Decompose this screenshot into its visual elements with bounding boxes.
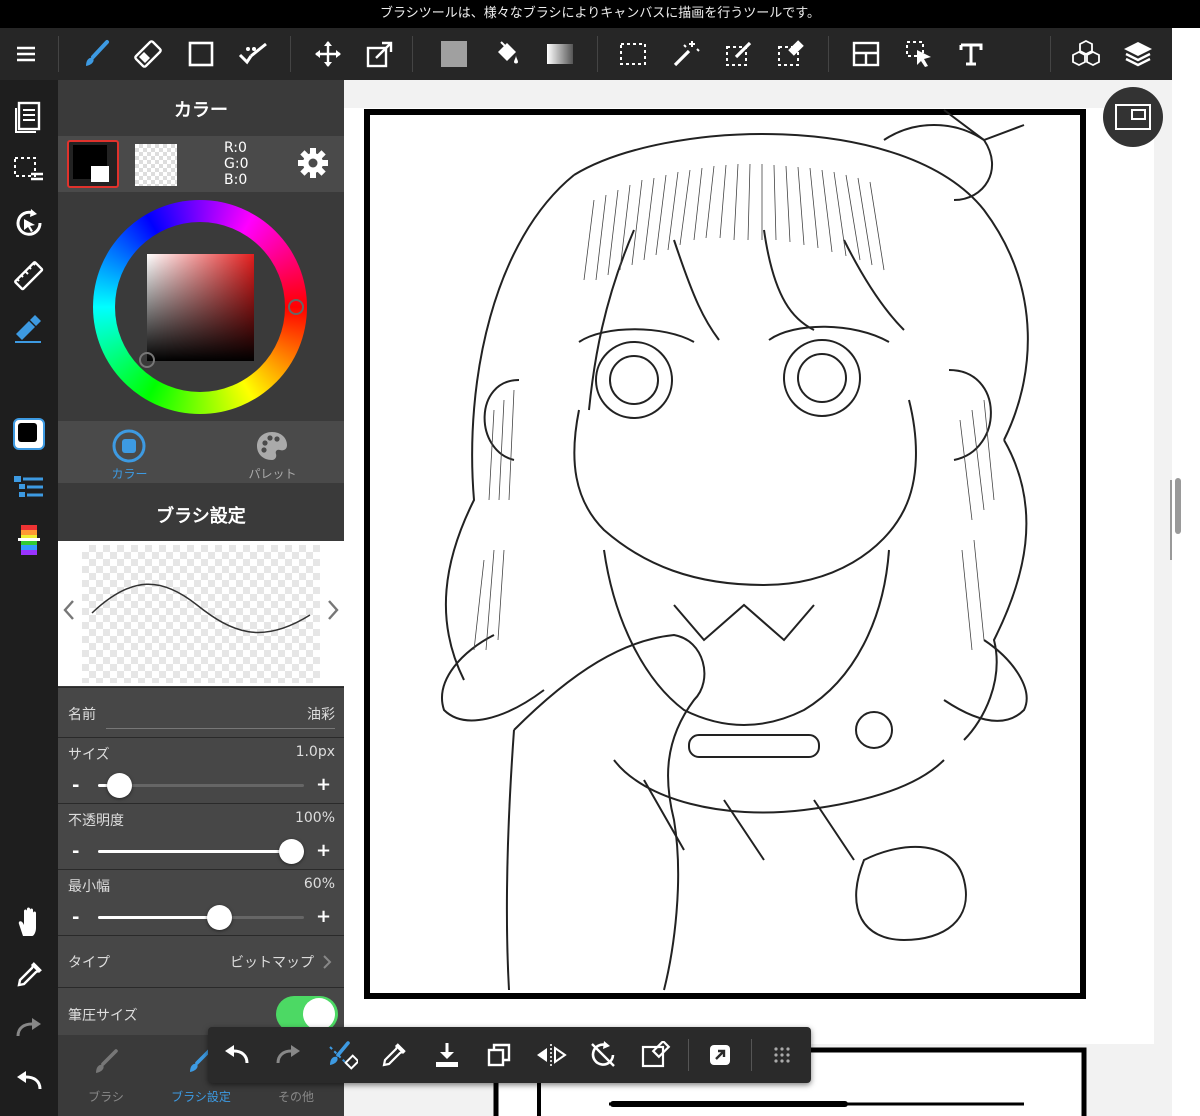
clear-icon[interactable] [635,1034,677,1076]
eyedropper-icon[interactable] [7,953,51,997]
fill-square-icon[interactable] [433,33,475,75]
layer-list-icon[interactable] [7,465,51,509]
undo-icon[interactable] [216,1034,258,1076]
color-panel-title: カラー [174,100,228,121]
brush-name-row[interactable]: 名前 油彩 [58,687,344,737]
main-toolbar [0,28,1172,80]
drawing-canvas[interactable] [344,80,1172,1116]
dot-brush-icon[interactable] [232,33,274,75]
select-pen-icon[interactable] [718,33,760,75]
color-tabs: カラー パレット [58,421,344,483]
size-plus-button[interactable]: + [316,774,331,795]
tab-palette[interactable]: パレット [201,421,344,483]
rotate-icon[interactable] [582,1034,624,1076]
secondary-color-swatch[interactable] [135,144,177,186]
left-tool-bar [0,80,58,1116]
hue-handle[interactable] [288,299,304,315]
chevron-left-icon[interactable] [62,599,76,621]
chevron-right-icon [322,954,332,970]
rectangle-icon[interactable] [180,33,222,75]
move-icon[interactable] [307,33,349,75]
size-minus-button[interactable]: - [72,775,79,796]
selection-list-icon[interactable] [7,148,51,192]
redo-icon[interactable] [7,1006,51,1050]
text-icon[interactable] [950,33,992,75]
3d-cube-icon[interactable] [1065,33,1107,75]
opacity-plus-button[interactable]: + [316,840,331,861]
transform-icon[interactable] [359,33,401,75]
rgb-readout: R:0 G:0 B:0 [224,140,249,188]
rect-select-icon[interactable] [612,33,654,75]
chevron-right-icon[interactable] [326,599,340,621]
rotate-view-icon[interactable] [7,201,51,245]
gradient-icon[interactable] [539,33,581,75]
tab-color[interactable]: カラー [58,421,201,483]
saturation-value-square[interactable] [147,254,254,361]
opacity-slider[interactable] [98,839,304,864]
hand-icon[interactable] [7,900,51,944]
floating-quick-toolbar [208,1027,811,1083]
redo-icon[interactable] [267,1034,309,1076]
brush-preview [58,541,344,686]
panel-layout-icon[interactable] [845,33,887,75]
menu-icon[interactable] [5,33,47,75]
current-color-icon[interactable] [7,412,51,456]
undo-icon[interactable] [7,1059,51,1103]
brush-icon[interactable] [321,1034,363,1076]
share-icon[interactable] [699,1034,741,1076]
opacity-row: 不透明度 100% - + [58,803,344,869]
grid-icon[interactable] [761,1034,803,1076]
arrow-select-icon[interactable] [898,33,940,75]
bucket-icon[interactable] [486,33,528,75]
home-indicator [610,1101,848,1107]
opacity-minus-button[interactable]: - [72,841,79,862]
tool-hint-bar: ブラシツールは、様々なブラシによりキャンバスに描画を行うツールです。 [0,0,1200,28]
brush-icon [92,1048,120,1076]
sv-handle[interactable] [139,352,155,368]
primary-color-swatch[interactable] [67,140,119,188]
layers-icon[interactable] [1117,33,1159,75]
min-width-plus-button[interactable]: + [316,906,331,927]
magic-wand-icon[interactable] [665,33,707,75]
eraser-icon[interactable] [127,33,169,75]
flip-icon[interactable] [530,1034,572,1076]
color-swatch-row: R:0 G:0 B:0 [58,136,344,192]
select-eraser-icon[interactable] [770,33,812,75]
pages-icon[interactable] [7,95,51,139]
right-margin [1172,28,1200,1116]
pen-settings-icon[interactable] [7,307,51,351]
download-icon[interactable] [426,1034,468,1076]
min-width-minus-button[interactable]: - [72,907,79,928]
brush-panel-title: ブラシ設定 [156,506,246,527]
brush-settings-header: ブラシ設定 [58,484,344,540]
palette-icon [255,429,289,463]
side-panel: カラー R:0 G:0 B:0 カラー パレット ブラシ設定 名前 油彩 サイズ… [58,80,344,1116]
tab-brush[interactable]: ブラシ [66,1048,146,1108]
min-width-row: 最小幅 60% - + [58,869,344,935]
color-wheel-area [58,193,344,421]
eyedropper-icon[interactable] [373,1034,415,1076]
ruler-icon[interactable] [7,254,51,298]
scrollbar-thumb[interactable] [1175,478,1181,534]
type-row[interactable]: タイプ ビットマップ [58,935,344,987]
copy-icon[interactable] [478,1034,520,1076]
size-row: サイズ 1.0px - + [58,737,344,803]
size-slider[interactable] [98,773,304,798]
color-circle-icon [112,429,146,463]
brush-icon[interactable] [75,33,117,75]
color-palette-strip-icon[interactable] [7,518,51,562]
min-width-slider[interactable] [98,905,304,930]
gear-icon[interactable] [296,146,330,180]
